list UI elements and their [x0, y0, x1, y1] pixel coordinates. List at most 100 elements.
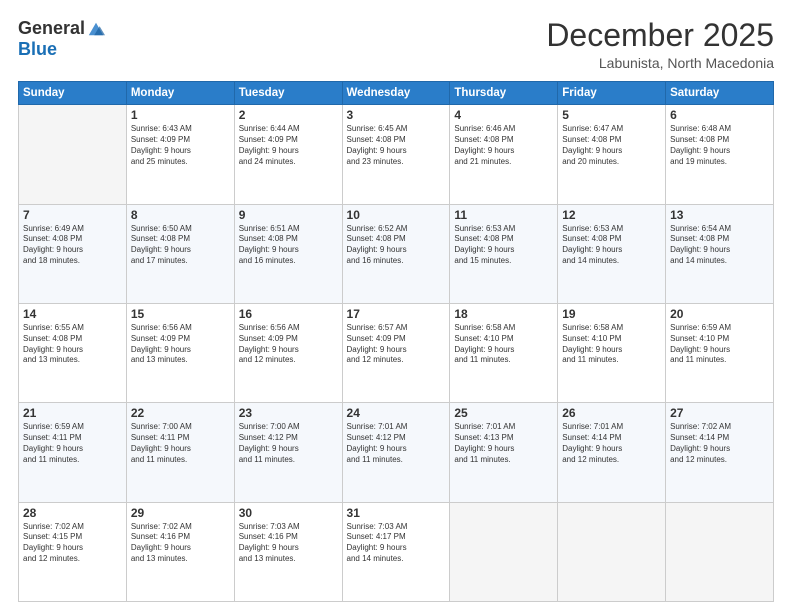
calendar-cell-w4-d3: 23Sunrise: 7:00 AM Sunset: 4:12 PM Dayli…: [234, 403, 342, 502]
day-info: Sunrise: 6:58 AM Sunset: 4:10 PM Dayligh…: [454, 323, 553, 366]
day-info: Sunrise: 6:45 AM Sunset: 4:08 PM Dayligh…: [347, 124, 446, 167]
day-number: 14: [23, 307, 122, 321]
day-info: Sunrise: 6:59 AM Sunset: 4:11 PM Dayligh…: [23, 422, 122, 465]
calendar-cell-w5-d5: [450, 502, 558, 601]
day-number: 20: [670, 307, 769, 321]
day-number: 28: [23, 506, 122, 520]
day-info: Sunrise: 6:49 AM Sunset: 4:08 PM Dayligh…: [23, 224, 122, 267]
calendar-cell-w5-d6: [558, 502, 666, 601]
calendar-cell-w2-d5: 11 Sunrise: 6:53 AM Sunset: 4:08 PM Dayli…: [450, 204, 558, 303]
day-number: 25: [454, 406, 553, 420]
day-number: 2: [239, 108, 338, 122]
header-monday: Monday: [126, 82, 234, 105]
day-info: Sunrise: 6:54 AM Sunset: 4:08 PM Dayligh…: [670, 224, 769, 267]
day-info: Sunrise: 7:03 AM Sunset: 4:17 PM Dayligh…: [347, 522, 446, 565]
day-info: Sunrise: 7:02 AM Sunset: 4:14 PM Dayligh…: [670, 422, 769, 465]
calendar-cell-w5-d1: 28 Sunrise: 7:02 AM Sunset: 4:15 PM Dayli…: [19, 502, 127, 601]
day-info: Sunrise: 7:02 AM Sunset: 4:15 PM Dayligh…: [23, 522, 122, 565]
calendar-cell-w2-d6: 12Sunrise: 6:53 AM Sunset: 4:08 PM Dayli…: [558, 204, 666, 303]
title-block: December 2025 Labunista, North Macedonia: [546, 18, 774, 71]
calendar-cell-w2-d7: 13 Sunrise: 6:54 AM Sunset: 4:08 PM Dayli…: [666, 204, 774, 303]
calendar-cell-w1-d4: 3 Sunrise: 6:45 AM Sunset: 4:08 PM Daylig…: [342, 105, 450, 204]
day-info: Sunrise: 7:02 AM Sunset: 4:16 PM Dayligh…: [131, 522, 230, 565]
calendar-cell-w4-d2: 22Sunrise: 7:00 AM Sunset: 4:11 PM Dayli…: [126, 403, 234, 502]
calendar-cell-w1-d5: 4 Sunrise: 6:46 AM Sunset: 4:08 PM Daylig…: [450, 105, 558, 204]
day-info: Sunrise: 7:00 AM Sunset: 4:12 PM Dayligh…: [239, 422, 338, 465]
calendar-cell-w1-d6: 5 Sunrise: 6:47 AM Sunset: 4:08 PM Daylig…: [558, 105, 666, 204]
calendar-cell-w4-d7: 27 Sunrise: 7:02 AM Sunset: 4:14 PM Dayli…: [666, 403, 774, 502]
calendar-cell-w3-d4: 17 Sunrise: 6:57 AM Sunset: 4:09 PM Dayli…: [342, 303, 450, 402]
day-info: Sunrise: 6:53 AM Sunset: 4:08 PM Dayligh…: [454, 224, 553, 267]
day-number: 5: [562, 108, 661, 122]
week-row-5: 28 Sunrise: 7:02 AM Sunset: 4:15 PM Dayli…: [19, 502, 774, 601]
day-number: 30: [239, 506, 338, 520]
header: General Blue December 2025 Labunista, No…: [18, 18, 774, 71]
day-number: 26: [562, 406, 661, 420]
day-number: 7: [23, 208, 122, 222]
logo-icon: [87, 20, 105, 38]
day-info: Sunrise: 6:43 AM Sunset: 4:09 PM Dayligh…: [131, 124, 230, 167]
day-number: 3: [347, 108, 446, 122]
day-info: Sunrise: 6:46 AM Sunset: 4:08 PM Dayligh…: [454, 124, 553, 167]
day-info: Sunrise: 6:44 AM Sunset: 4:09 PM Dayligh…: [239, 124, 338, 167]
calendar-cell-w2-d4: 10Sunrise: 6:52 AM Sunset: 4:08 PM Dayli…: [342, 204, 450, 303]
day-info: Sunrise: 6:57 AM Sunset: 4:09 PM Dayligh…: [347, 323, 446, 366]
header-thursday: Thursday: [450, 82, 558, 105]
day-number: 1: [131, 108, 230, 122]
calendar-cell-w3-d3: 16 Sunrise: 6:56 AM Sunset: 4:09 PM Dayli…: [234, 303, 342, 402]
calendar-cell-w3-d2: 15 Sunrise: 6:56 AM Sunset: 4:09 PM Dayli…: [126, 303, 234, 402]
day-number: 4: [454, 108, 553, 122]
day-info: Sunrise: 6:47 AM Sunset: 4:08 PM Dayligh…: [562, 124, 661, 167]
weekday-header-row: Sunday Monday Tuesday Wednesday Thursday…: [19, 82, 774, 105]
day-number: 27: [670, 406, 769, 420]
day-number: 9: [239, 208, 338, 222]
day-number: 18: [454, 307, 553, 321]
day-info: Sunrise: 6:48 AM Sunset: 4:08 PM Dayligh…: [670, 124, 769, 167]
calendar-cell-w3-d6: 19 Sunrise: 6:58 AM Sunset: 4:10 PM Dayli…: [558, 303, 666, 402]
day-number: 10: [347, 208, 446, 222]
calendar-cell-w1-d1: [19, 105, 127, 204]
calendar-cell-w3-d5: 18 Sunrise: 6:58 AM Sunset: 4:10 PM Dayli…: [450, 303, 558, 402]
logo: General Blue: [18, 18, 105, 60]
day-number: 13: [670, 208, 769, 222]
calendar-cell-w4-d1: 21Sunrise: 6:59 AM Sunset: 4:11 PM Dayli…: [19, 403, 127, 502]
day-info: Sunrise: 6:58 AM Sunset: 4:10 PM Dayligh…: [562, 323, 661, 366]
day-number: 16: [239, 307, 338, 321]
calendar-cell-w2-d3: 9 Sunrise: 6:51 AM Sunset: 4:08 PM Daylig…: [234, 204, 342, 303]
header-wednesday: Wednesday: [342, 82, 450, 105]
day-info: Sunrise: 6:55 AM Sunset: 4:08 PM Dayligh…: [23, 323, 122, 366]
day-info: Sunrise: 7:01 AM Sunset: 4:12 PM Dayligh…: [347, 422, 446, 465]
calendar-cell-w2-d1: 7 Sunrise: 6:49 AM Sunset: 4:08 PM Daylig…: [19, 204, 127, 303]
day-number: 24: [347, 406, 446, 420]
calendar-table: Sunday Monday Tuesday Wednesday Thursday…: [18, 81, 774, 602]
day-info: Sunrise: 7:01 AM Sunset: 4:13 PM Dayligh…: [454, 422, 553, 465]
calendar-cell-w5-d7: [666, 502, 774, 601]
header-tuesday: Tuesday: [234, 82, 342, 105]
calendar-cell-w4-d4: 24 Sunrise: 7:01 AM Sunset: 4:12 PM Dayli…: [342, 403, 450, 502]
calendar-cell-w5-d3: 30Sunrise: 7:03 AM Sunset: 4:16 PM Dayli…: [234, 502, 342, 601]
day-number: 15: [131, 307, 230, 321]
day-info: Sunrise: 6:53 AM Sunset: 4:08 PM Dayligh…: [562, 224, 661, 267]
day-info: Sunrise: 6:50 AM Sunset: 4:08 PM Dayligh…: [131, 224, 230, 267]
week-row-3: 14 Sunrise: 6:55 AM Sunset: 4:08 PM Dayli…: [19, 303, 774, 402]
header-sunday: Sunday: [19, 82, 127, 105]
week-row-2: 7 Sunrise: 6:49 AM Sunset: 4:08 PM Daylig…: [19, 204, 774, 303]
calendar-cell-w1-d3: 2 Sunrise: 6:44 AM Sunset: 4:09 PM Daylig…: [234, 105, 342, 204]
week-row-4: 21Sunrise: 6:59 AM Sunset: 4:11 PM Dayli…: [19, 403, 774, 502]
calendar-cell-w4-d5: 25 Sunrise: 7:01 AM Sunset: 4:13 PM Dayli…: [450, 403, 558, 502]
day-info: Sunrise: 6:56 AM Sunset: 4:09 PM Dayligh…: [131, 323, 230, 366]
day-info: Sunrise: 6:56 AM Sunset: 4:09 PM Dayligh…: [239, 323, 338, 366]
day-info: Sunrise: 6:51 AM Sunset: 4:08 PM Dayligh…: [239, 224, 338, 267]
day-number: 11: [454, 208, 553, 222]
calendar-cell-w3-d1: 14 Sunrise: 6:55 AM Sunset: 4:08 PM Dayli…: [19, 303, 127, 402]
calendar-cell-w4-d6: 26Sunrise: 7:01 AM Sunset: 4:14 PM Dayli…: [558, 403, 666, 502]
day-number: 19: [562, 307, 661, 321]
header-friday: Friday: [558, 82, 666, 105]
calendar-cell-w1-d2: 1 Sunrise: 6:43 AM Sunset: 4:09 PM Daylig…: [126, 105, 234, 204]
day-number: 31: [347, 506, 446, 520]
day-number: 6: [670, 108, 769, 122]
calendar-cell-w5-d2: 29Sunrise: 7:02 AM Sunset: 4:16 PM Dayli…: [126, 502, 234, 601]
day-number: 22: [131, 406, 230, 420]
day-number: 17: [347, 307, 446, 321]
week-row-1: 1 Sunrise: 6:43 AM Sunset: 4:09 PM Daylig…: [19, 105, 774, 204]
